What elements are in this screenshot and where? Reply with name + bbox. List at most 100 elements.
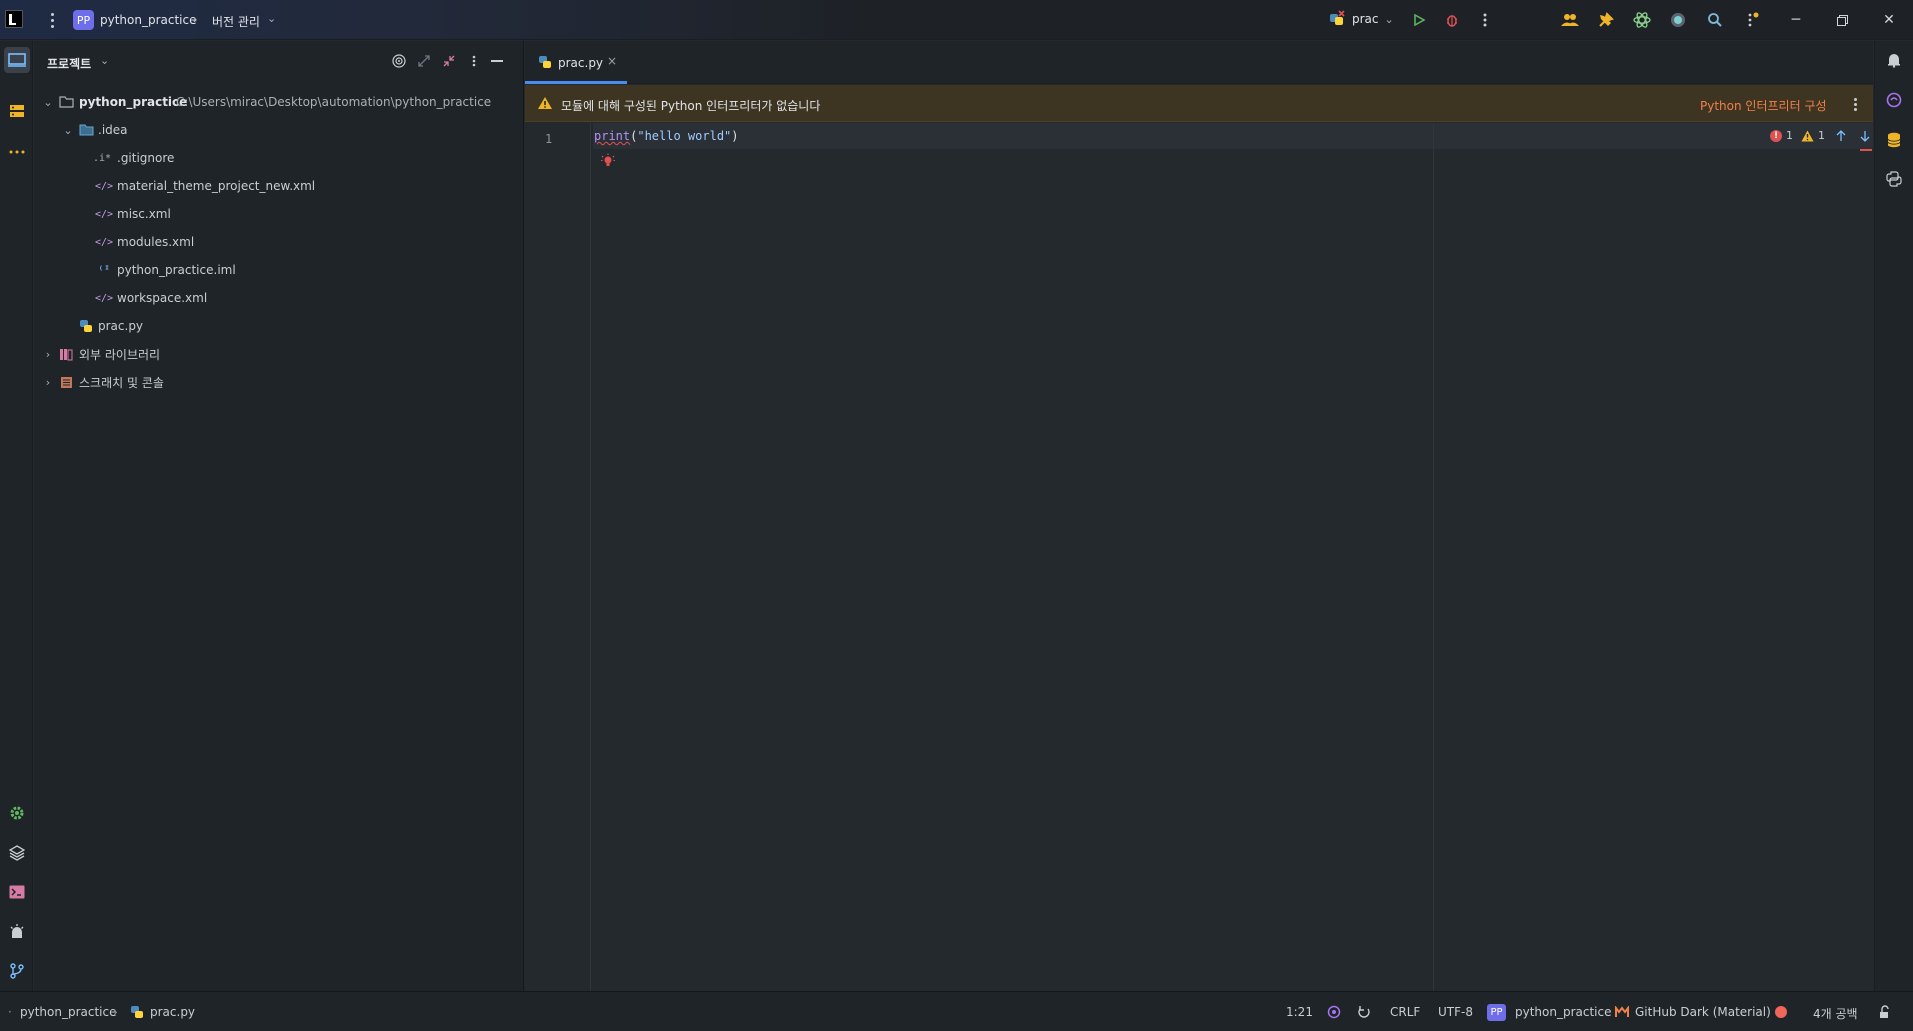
tree-item-label: workspace.xml	[117, 291, 208, 305]
search-icon[interactable]	[1705, 10, 1725, 30]
caret-position[interactable]: 1:21	[1286, 1005, 1313, 1019]
build-tools-icon[interactable]	[1596, 10, 1616, 30]
read-only-toggle-icon[interactable]	[1357, 1005, 1371, 1019]
title-bar: PP python_practice ⌄ 버전 관리 ⌄ prac ⌄ ─ ✕	[0, 0, 1913, 40]
chevron-down-icon[interactable]: ⌄	[190, 12, 199, 25]
arrow-down-icon[interactable]	[1859, 130, 1871, 142]
vcs-menu[interactable]: 버전 관리	[212, 13, 260, 30]
services-gear-icon[interactable]	[4, 800, 30, 826]
run-icon[interactable]	[1409, 10, 1429, 30]
indentation[interactable]: 4개 공백	[1813, 1005, 1858, 1022]
warning-message: 모듈에 대해 구성된 Python 인터프리터가 없습니다	[561, 99, 821, 113]
tree-item-label: 외부 라이브러리	[79, 347, 161, 362]
code-token-string: "hello world"	[637, 129, 732, 143]
breadcrumb-project[interactable]: python_practice	[20, 1005, 117, 1019]
minimize-button[interactable]: ─	[1784, 8, 1808, 32]
code-token-function: print	[594, 129, 631, 143]
ai-status-icon[interactable]	[1327, 1005, 1341, 1019]
code-editor[interactable]: print("hello world")	[594, 129, 739, 143]
python-console-icon[interactable]	[1883, 168, 1905, 190]
line-ending[interactable]: CRLF	[1390, 1005, 1420, 1019]
locate-file-icon[interactable]	[391, 53, 407, 69]
intention-bulb-icon[interactable]	[600, 153, 616, 169]
python-packages-icon[interactable]	[4, 840, 30, 866]
run-config-selector[interactable]: prac ⌄	[1328, 10, 1394, 28]
chevron-right-icon[interactable]: ›	[42, 376, 54, 389]
tree-item-label: modules.xml	[117, 235, 195, 249]
chevron-down-icon[interactable]: ⌄	[62, 124, 74, 137]
close-window-button[interactable]: ✕	[1877, 8, 1901, 32]
git-branch-icon[interactable]	[4, 958, 30, 984]
configure-interpreter-link[interactable]: Python 인터프리터 구성	[1700, 97, 1827, 114]
project-panel: 프로젝트 ⌄ ⌄ python_practice C:\Users\mirac\…	[34, 41, 524, 991]
tree-item-file[interactable]: .i* .gitignore	[34, 144, 524, 172]
tree-item-idea[interactable]: ⌄ .idea	[34, 116, 524, 144]
tab-prac-py[interactable]: prac.py ×	[525, 41, 627, 84]
current-line-highlight	[593, 123, 1873, 149]
project-tool-icon[interactable]	[4, 47, 30, 73]
breadcrumb-file[interactable]: prac.py	[150, 1005, 195, 1019]
project-switcher[interactable]: python_practice	[100, 13, 197, 27]
expand-all-icon[interactable]	[416, 53, 432, 69]
notifications-bell-icon[interactable]	[1883, 49, 1905, 71]
tree-item-scratches[interactable]: › 스크래치 및 콘솔	[34, 368, 524, 396]
tree-item-file[interactable]: prac.py	[34, 312, 524, 340]
error-stripe-marker[interactable]	[1860, 149, 1872, 151]
project-panel-header: 프로젝트 ⌄	[34, 41, 524, 81]
lock-icon[interactable]	[1878, 1005, 1892, 1019]
settings-updates-icon[interactable]	[1742, 10, 1762, 30]
material-theme-icon	[1615, 1006, 1629, 1017]
python-file-icon	[131, 1006, 143, 1018]
tree-item-label: material_theme_project_new.xml	[117, 179, 316, 193]
code-with-me-icon[interactable]	[1560, 10, 1580, 30]
maximize-button[interactable]	[1830, 8, 1854, 32]
banner-options-icon[interactable]	[1850, 96, 1860, 112]
app-logo-icon[interactable]	[5, 10, 23, 28]
error-icon: !	[1770, 129, 1782, 142]
tree-item-file[interactable]: </> misc.xml	[34, 200, 524, 228]
inspection-widget[interactable]: ! 1 1	[1770, 129, 1871, 142]
code-token-paren: )	[731, 129, 739, 143]
tree-item-file[interactable]: ⁽ᴵ python_practice.iml	[34, 256, 524, 284]
arrow-up-icon[interactable]	[1835, 129, 1847, 142]
close-icon[interactable]: ×	[607, 54, 617, 68]
problems-icon[interactable]	[4, 919, 30, 945]
collapse-all-icon[interactable]	[441, 53, 457, 69]
panel-options-icon[interactable]	[466, 53, 482, 69]
database-icon[interactable]	[1883, 129, 1905, 151]
python-interpreter[interactable]: python_practice	[1515, 1005, 1612, 1019]
debug-icon[interactable]	[1442, 10, 1462, 30]
tree-item-project-root[interactable]: ⌄ python_practice C:\Users\mirac\Desktop…	[34, 88, 524, 116]
database-tool-icon[interactable]	[4, 98, 30, 124]
more-tools-icon[interactable]	[4, 139, 30, 165]
more-actions-icon[interactable]	[1475, 10, 1495, 30]
tree-item-external-libraries[interactable]: › 외부 라이브러리	[34, 340, 524, 368]
tree-item-file[interactable]: </> material_theme_project_new.xml	[34, 172, 524, 200]
project-badge[interactable]: PP	[73, 10, 94, 30]
folder-icon	[78, 122, 94, 138]
tree-item-label: python_practice	[79, 95, 188, 109]
chevron-right-icon[interactable]: ›	[42, 348, 54, 361]
error-count: 1	[1786, 129, 1793, 142]
plugin-status-icon[interactable]	[1668, 10, 1688, 30]
ai-assistant-icon[interactable]	[1632, 10, 1652, 30]
ai-chat-icon[interactable]	[1883, 89, 1905, 111]
status-indicator-icon[interactable]	[1774, 1005, 1788, 1019]
tree-item-file[interactable]: </> modules.xml	[34, 228, 524, 256]
terminal-icon[interactable]	[4, 879, 30, 905]
theme-name[interactable]: GitHub Dark (Material)	[1635, 1005, 1771, 1019]
chevron-down-icon[interactable]: ⌄	[100, 54, 109, 67]
file-encoding[interactable]: UTF-8	[1438, 1005, 1473, 1019]
interpreter-badge[interactable]: PP	[1487, 1004, 1506, 1021]
tree-item-file[interactable]: </> workspace.xml	[34, 284, 524, 312]
tree-item-label: prac.py	[98, 319, 144, 333]
status-bar: · python_practice › prac.py 1:21 CRLF UT…	[0, 991, 1913, 1031]
interpreter-warning-banner: 모듈에 대해 구성된 Python 인터프리터가 없습니다 Python 인터프…	[525, 85, 1873, 122]
main-menu-icon[interactable]	[44, 11, 60, 29]
python-file-icon	[539, 56, 551, 68]
project-panel-title[interactable]: 프로젝트	[47, 55, 91, 72]
chevron-down-icon[interactable]: ⌄	[267, 12, 276, 25]
warning-count: 1	[1818, 129, 1825, 142]
chevron-down-icon[interactable]: ⌄	[42, 96, 54, 109]
hide-panel-icon[interactable]	[489, 53, 505, 69]
